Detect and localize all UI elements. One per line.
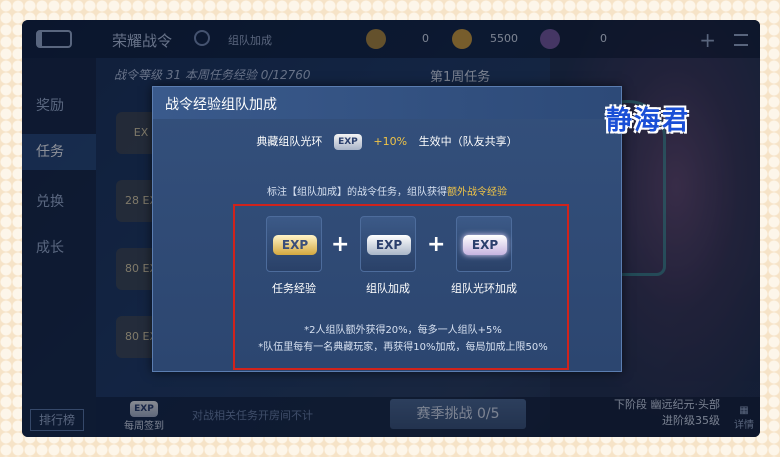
note-line-1: *2人组队额外获得20%，每多一人组队+5% (304, 325, 502, 336)
team-bonus-icon: EXP (360, 216, 416, 272)
exp-gold-badge: EXP (273, 235, 317, 255)
task-exp-icon: EXP (266, 216, 322, 272)
note-line-2: *队伍里每有一名典藏玩家，再获得10%加成，每局加成上限50% (258, 342, 548, 353)
card-label: 组队加成 (366, 282, 410, 295)
team-bonus-card: EXP 组队加成 (345, 216, 431, 296)
card-label: 任务经验 (272, 282, 316, 295)
aura-name: 典藏组队光环 (256, 135, 323, 148)
aura-bonus-icon: EXP (456, 216, 512, 272)
author-watermark: 静海君 (606, 106, 691, 136)
aura-status-row: 典藏组队光环 EXP +10% 生效中（队友共享） (153, 133, 621, 150)
team-bonus-dialog: 战令经验组队加成 典藏组队光环 EXP +10% 生效中（队友共享） 标注【组队… (152, 86, 622, 372)
card-label: 组队光环加成 (451, 282, 517, 295)
game-screen: 荣耀战令 组队加成 0 5500 0 + 战令等级 31 本周任务经验 0/12… (22, 20, 760, 437)
hint-highlight: 额外战令经验 (447, 187, 507, 198)
aura-status: 生效中（队友共享） (418, 135, 518, 148)
bonus-hint: 标注【组队加成】的战令任务，组队获得额外战令经验 (153, 183, 621, 198)
dialog-header: 战令经验组队加成 (153, 87, 621, 119)
formula-highlight-box: EXP 任务经验 + EXP 组队加成 + EXP 组队光环加成 *2人组队额外… (233, 204, 569, 370)
exp-silver-badge: EXP (367, 235, 411, 255)
exp-aura-icon: EXP (333, 134, 362, 150)
bonus-notes: *2人组队额外获得20%，每多一人组队+5% *队伍里每有一名典藏玩家，再获得1… (235, 322, 571, 356)
dialog-title: 战令经验组队加成 (165, 97, 277, 113)
aura-bonus-card: EXP 组队光环加成 (441, 216, 527, 296)
aura-bonus: +10% (373, 135, 408, 148)
task-exp-card: EXP 任务经验 (251, 216, 337, 296)
exp-aura-badge: EXP (463, 235, 507, 255)
hint-text: 标注【组队加成】的战令任务，组队获得 (267, 187, 447, 198)
